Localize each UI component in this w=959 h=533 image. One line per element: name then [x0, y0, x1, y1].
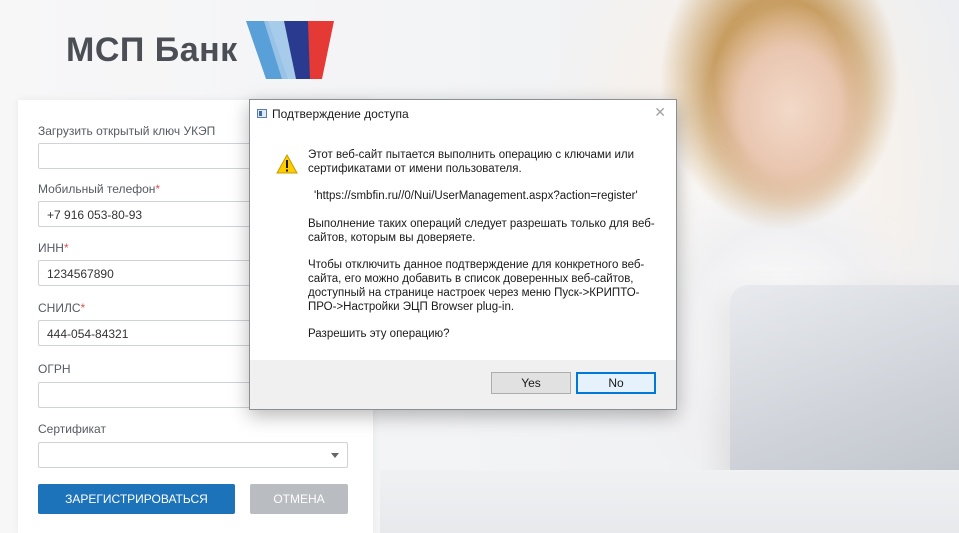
chevron-down-icon[interactable]	[331, 453, 339, 458]
dialog-message-warning: Этот веб-сайт пытается выполнить операци…	[308, 149, 635, 175]
dialog-message-url: 'https://smbfin.ru//0/Nui/UserManagement…	[314, 190, 638, 202]
ogrn-label: ОГРН	[38, 362, 71, 376]
warning-icon	[276, 154, 298, 174]
no-button[interactable]: No	[576, 372, 656, 394]
dialog-message-trust: Выполнение таких операций следует разреш…	[308, 218, 655, 244]
logo-text: МСП Банк	[66, 30, 238, 69]
mobile-phone-label: Мобильный телефон*	[38, 182, 161, 196]
dialog-message-instructions: Чтобы отключить данное подтверждение для…	[308, 259, 645, 313]
app-window-icon	[257, 109, 267, 118]
register-button[interactable]: ЗАРЕГИСТРИРОВАТЬСЯ	[38, 484, 235, 514]
background-desk	[380, 470, 959, 533]
logo-mark-icon	[245, 21, 334, 79]
certificate-label: Сертификат	[38, 422, 106, 436]
dialog-footer: Yes No	[250, 360, 676, 409]
cancel-button[interactable]: ОТМЕНА	[250, 484, 348, 514]
snils-label: СНИЛС*	[38, 301, 86, 315]
dialog-question: Разрешить эту операцию?	[308, 328, 450, 340]
certificate-select[interactable]	[38, 442, 348, 468]
dialog-body: Этот веб-сайт пытается выполнить операци…	[250, 128, 676, 360]
dialog-titlebar[interactable]: Подтверждение доступа ✕	[250, 100, 676, 128]
ukep-key-label: Загрузить открытый ключ УКЭП	[38, 124, 216, 138]
dialog-title: Подтверждение доступа	[272, 107, 409, 121]
brand-logo: МСП Банк	[66, 20, 336, 80]
inn-label: ИНН*	[38, 241, 69, 255]
access-confirmation-dialog: Подтверждение доступа ✕ Этот веб-сайт пы…	[249, 99, 677, 410]
yes-button[interactable]: Yes	[491, 372, 571, 394]
close-icon[interactable]: ✕	[654, 105, 666, 119]
background-laptop	[730, 285, 959, 485]
